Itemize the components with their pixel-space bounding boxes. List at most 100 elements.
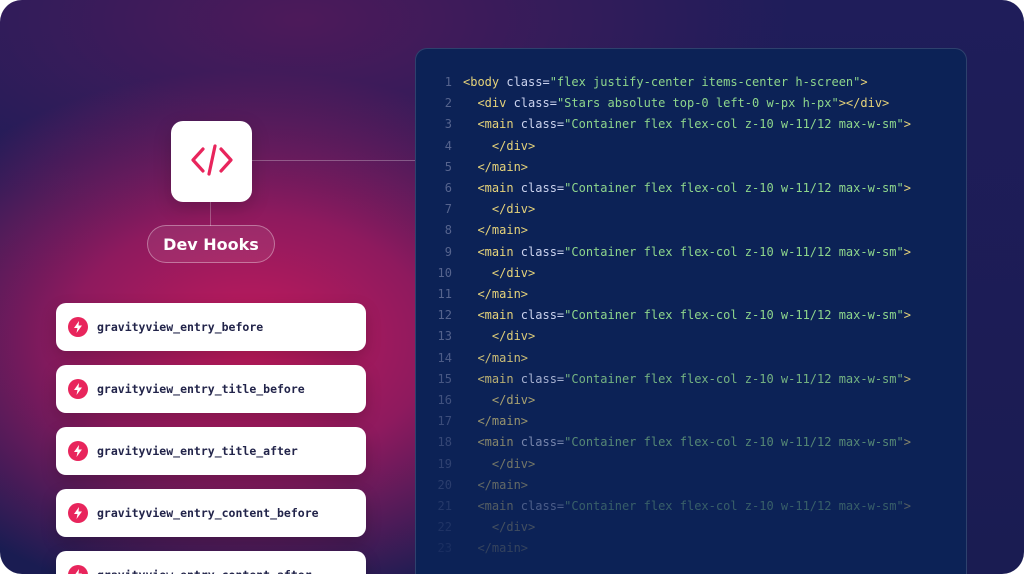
code-line: 16 </div> bbox=[416, 390, 966, 411]
code-tag: <main bbox=[477, 371, 514, 386]
code-tag: > bbox=[903, 499, 911, 513]
hero-illustration: Dev Hooks gravityview_entry_before gravit… bbox=[0, 0, 1024, 574]
line-number: 5 bbox=[444, 159, 452, 174]
code-tag: </div> bbox=[491, 138, 536, 153]
code-line: 6 <main class="Container flex flex-col z… bbox=[416, 178, 966, 199]
line-number: 17 bbox=[437, 414, 452, 429]
line-number: 15 bbox=[437, 371, 452, 386]
code-line: 8 </main> bbox=[416, 220, 966, 241]
code-line: 13 </div> bbox=[416, 326, 966, 347]
code-string: "Container flex flex-col z-10 w-11/12 ma… bbox=[564, 308, 904, 323]
code-text: </div> bbox=[463, 136, 535, 157]
code-tag: > bbox=[860, 75, 868, 89]
line-number: 16 bbox=[437, 393, 452, 407]
code-string: "Stars absolute top-0 left-0 w-px h-px" bbox=[556, 96, 839, 111]
line-number: 9 bbox=[444, 244, 452, 259]
bolt-icon bbox=[68, 565, 88, 574]
code-text: </main> bbox=[463, 538, 528, 559]
code-tag: <main bbox=[477, 308, 514, 323]
line-number: 11 bbox=[437, 287, 452, 301]
hook-name: gravityview_entry_content_before bbox=[97, 506, 319, 520]
line-number: 7 bbox=[444, 202, 452, 217]
line-number: 10 bbox=[437, 265, 452, 280]
code-tag: > bbox=[903, 371, 911, 386]
hook-item[interactable]: gravityview_entry_content_before bbox=[56, 489, 366, 537]
line-number: 13 bbox=[437, 329, 452, 344]
code-string: "Container flex flex-col z-10 w-11/12 ma… bbox=[564, 371, 904, 386]
code-line: 17 </main> bbox=[416, 411, 966, 432]
code-tag: </div> bbox=[491, 520, 536, 535]
code-text: </div> bbox=[463, 390, 535, 411]
code-text: <main class="Container flex flex-col z-1… bbox=[463, 432, 911, 453]
code-text: </main> bbox=[463, 475, 528, 496]
code-icon bbox=[189, 140, 235, 184]
line-number: 14 bbox=[437, 350, 452, 365]
code-text: </div> bbox=[463, 263, 535, 284]
code-tag: <main bbox=[477, 244, 514, 259]
code-tag: ></div> bbox=[838, 96, 890, 111]
code-tag: > bbox=[903, 244, 911, 259]
hook-item[interactable]: gravityview_entry_title_before bbox=[56, 365, 366, 413]
code-text: <main class="Container flex flex-col z-1… bbox=[463, 496, 911, 517]
line-number: 22 bbox=[437, 520, 452, 535]
code-tag: <main bbox=[477, 435, 514, 450]
code-line: 20 </main> bbox=[416, 475, 966, 496]
line-number: 20 bbox=[437, 477, 452, 492]
code-tag: </div> bbox=[491, 202, 536, 217]
code-tag: > bbox=[903, 435, 911, 450]
code-line: 10 </div> bbox=[416, 263, 966, 284]
line-number: 6 bbox=[444, 181, 452, 195]
hook-name: gravityview_entry_content_after bbox=[97, 568, 312, 574]
hook-item[interactable]: gravityview_entry_title_after bbox=[56, 427, 366, 475]
code-text: <main class="Container flex flex-col z-1… bbox=[463, 305, 911, 326]
code-tag: </div> bbox=[491, 329, 536, 344]
code-text: </div> bbox=[463, 517, 535, 538]
code-line: 19 </div> bbox=[416, 454, 966, 475]
code-line: 11 </main> bbox=[416, 284, 966, 305]
code-tag: > bbox=[903, 181, 911, 195]
code-text: <body class="flex justify-center items-c… bbox=[463, 72, 868, 93]
code-line: 22 </div> bbox=[416, 517, 966, 538]
code-tag: <main bbox=[477, 181, 514, 195]
code-tag: </main> bbox=[477, 287, 529, 301]
code-tag: > bbox=[903, 117, 911, 132]
code-attribute: class= bbox=[499, 75, 550, 89]
hook-item[interactable]: gravityview_entry_content_after bbox=[56, 551, 366, 574]
code-line: 5 </main> bbox=[416, 157, 966, 178]
hook-name: gravityview_entry_before bbox=[97, 320, 264, 334]
code-text: </main> bbox=[463, 284, 528, 305]
code-tag: </div> bbox=[491, 265, 536, 280]
code-editor-panel: 1 <body class="flex justify-center items-… bbox=[415, 48, 967, 574]
line-number: 4 bbox=[444, 138, 452, 153]
code-tag: </main> bbox=[477, 477, 529, 492]
code-tag: </main> bbox=[477, 414, 529, 429]
code-line: 23 </main> bbox=[416, 538, 966, 559]
line-number: 21 bbox=[437, 499, 452, 513]
line-number: 12 bbox=[437, 308, 452, 323]
code-text: <main class="Container flex flex-col z-1… bbox=[463, 242, 911, 263]
code-text: </div> bbox=[463, 199, 535, 220]
code-attribute: class= bbox=[513, 435, 565, 450]
connector-line bbox=[252, 160, 416, 161]
hook-item[interactable]: gravityview_entry_before bbox=[56, 303, 366, 351]
bolt-icon bbox=[68, 441, 88, 461]
code-tag: <body bbox=[463, 75, 500, 89]
code-text: </main> bbox=[463, 348, 528, 369]
line-number: 18 bbox=[437, 435, 452, 450]
code-text: <main class="Container flex flex-col z-1… bbox=[463, 369, 911, 390]
code-attribute: class= bbox=[513, 371, 565, 386]
